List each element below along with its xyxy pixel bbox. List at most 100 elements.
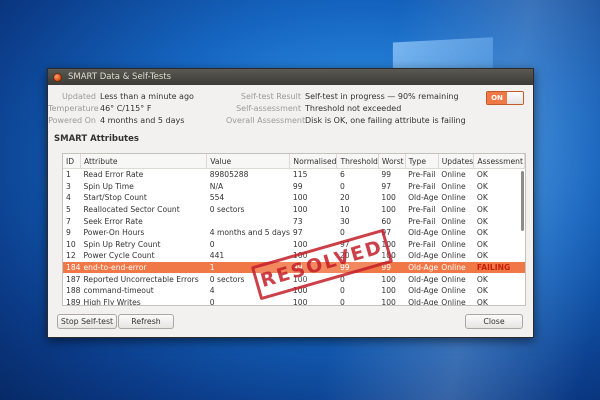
- cell-attribute: Spin Up Time: [83, 181, 134, 191]
- cell-updates: Online: [441, 251, 466, 261]
- toggle-knob: [507, 92, 523, 104]
- updated-value: Less than a minute ago: [100, 92, 194, 101]
- cell-assessment: OK: [476, 205, 488, 215]
- cell-attribute: end-to-end-error: [80, 261, 207, 274]
- cell-updates: Online: [441, 181, 466, 191]
- column-header-updates[interactable]: Updates: [438, 154, 475, 169]
- cell-id: 9: [66, 228, 71, 238]
- cell-normalised: 73: [292, 216, 303, 226]
- cell-value: 0: [209, 297, 215, 306]
- column-header-attribute[interactable]: Attribute: [80, 154, 208, 169]
- refresh-button[interactable]: Refresh: [118, 314, 174, 329]
- cell-updates: Online: [441, 274, 466, 284]
- column-header-value[interactable]: Value: [206, 154, 291, 169]
- cell-type: Pre-Fail: [408, 205, 436, 215]
- cell-attribute: Read Error Rate: [83, 170, 144, 180]
- table-row[interactable]: 4 Start/Stop Count 554 100 20 100 Old-Age Onlin…: [63, 192, 525, 204]
- cell-threshold: 30: [339, 216, 350, 226]
- cell-threshold: 0: [339, 181, 345, 191]
- table-scrollbar[interactable]: [521, 171, 524, 231]
- window-title: SMART Data & Self-Tests: [68, 72, 172, 82]
- cell-value: 0: [209, 239, 215, 249]
- cell-worst: 100: [381, 297, 396, 306]
- temperature-label: Temperature: [48, 104, 99, 113]
- cell-id: 7: [66, 216, 71, 226]
- table-header-row: ID Attribute Value Normalised Threshold Worst…: [63, 154, 525, 169]
- cell-updates: Online: [441, 228, 466, 238]
- cell-type: Old-Age: [408, 297, 439, 306]
- cell-normalised: 100: [292, 205, 308, 215]
- column-header-threshold[interactable]: Threshold: [336, 154, 379, 169]
- table-row[interactable]: 5 Reallocated Sector Count 0 sectors 100 10 1…: [63, 204, 525, 216]
- cell-normalised: 97: [292, 228, 303, 238]
- cell-assessment: OK: [476, 239, 488, 249]
- cell-id: 10: [66, 239, 76, 249]
- cell-assessment: OK: [476, 181, 488, 191]
- cell-value: [207, 215, 290, 227]
- table-row[interactable]: 3 Spin Up Time N/A 99 0 97 Pre-Fail Online OK: [63, 181, 525, 193]
- updated-label: Updated: [61, 92, 96, 101]
- self-assessment-label: Self-assessment: [236, 104, 301, 113]
- cell-normalised: 100: [292, 193, 308, 203]
- cell-worst: 97: [381, 181, 392, 191]
- cell-assessment: OK: [476, 216, 488, 226]
- overall-assessment-value: Disk is OK, one failing attribute is fai…: [305, 116, 466, 125]
- cell-value: 0 sectors: [209, 205, 245, 215]
- cell-type: Old-Age: [408, 228, 439, 238]
- cell-worst: 100: [381, 286, 396, 296]
- smart-enable-toggle[interactable]: ON: [486, 91, 524, 105]
- cell-updates: Online: [441, 286, 466, 296]
- close-button[interactable]: Close: [465, 314, 523, 329]
- cell-assessment: OK: [476, 170, 488, 180]
- cell-attribute: Start/Stop Count: [83, 193, 147, 203]
- table-row[interactable]: 9 Power-On Hours 4 months and 5 days 97 0 97 O…: [63, 227, 525, 239]
- title-bar: SMART Data & Self-Tests: [48, 69, 533, 85]
- table-row[interactable]: 7 Seek Error Rate 73 30 60 Pre-Fail Online OK: [63, 215, 525, 227]
- cell-normalised: 115: [292, 170, 308, 180]
- stop-self-test-button[interactable]: Stop Self-test: [57, 314, 117, 329]
- cell-normalised: 100: [292, 297, 308, 306]
- cell-assessment: OK: [476, 274, 488, 284]
- cell-worst: 100: [381, 193, 396, 203]
- table-row[interactable]: 1 Read Error Rate 89805288 115 6 99 Pre-Fail On…: [63, 169, 525, 181]
- cell-type: Pre-Fail: [408, 170, 436, 180]
- cell-assessment: OK: [476, 251, 488, 261]
- cell-updates: Online: [441, 205, 466, 215]
- cell-type: Pre-Fail: [408, 239, 436, 249]
- cell-value: 4 months and 5 days: [209, 228, 290, 238]
- cell-attribute: Seek Error Rate: [83, 216, 143, 226]
- column-header-worst[interactable]: Worst: [378, 154, 406, 169]
- cell-worst: 100: [381, 205, 396, 215]
- self-assessment-value: Threshold not exceeded: [305, 104, 402, 113]
- cell-threshold: 20: [339, 193, 350, 203]
- cell-worst: 100: [381, 274, 396, 284]
- cell-attribute: command-timeout: [83, 286, 154, 296]
- smart-attributes-heading: SMART Attributes: [54, 134, 139, 144]
- powered-on-label: Powered On: [48, 116, 96, 125]
- cell-type: Old-Age: [408, 193, 439, 203]
- self-test-result-label: Self-test Result: [240, 92, 301, 101]
- cell-attribute: Reported Uncorrectable Errors: [83, 274, 199, 284]
- cell-type: Pre-Fail: [408, 181, 436, 191]
- column-header-type[interactable]: Type: [405, 154, 439, 169]
- cell-assessment: OK: [476, 228, 488, 238]
- column-header-normalised[interactable]: Normalised: [289, 154, 338, 169]
- cell-id: 1: [66, 170, 71, 180]
- cell-updates: Online: [441, 170, 466, 180]
- column-header-id[interactable]: ID: [63, 154, 81, 169]
- cell-attribute: Reallocated Sector Count: [83, 205, 180, 215]
- cell-updates: Online: [441, 297, 466, 306]
- cell-type: Old-Age: [408, 274, 439, 284]
- close-window-icon[interactable]: [53, 72, 62, 82]
- table-row[interactable]: 10 Spin Up Retry Count 0 100 97 100 Pre-Fail On…: [63, 239, 525, 251]
- cell-type: Old-Age: [408, 251, 439, 261]
- column-header-assessment[interactable]: Assessment: [473, 154, 525, 169]
- cell-threshold: 0: [339, 297, 345, 306]
- cell-attribute: High Fly Writes: [83, 297, 141, 306]
- cell-assessment: OK: [476, 297, 488, 306]
- cell-updates: Online: [441, 193, 466, 203]
- cell-assessment: FAILING: [473, 261, 525, 274]
- cell-attribute: Power-On Hours: [83, 228, 145, 238]
- table-row[interactable]: 189 High Fly Writes 0 100 0 100 Old-Age Online O…: [63, 297, 525, 306]
- cell-updates: Online: [438, 261, 474, 274]
